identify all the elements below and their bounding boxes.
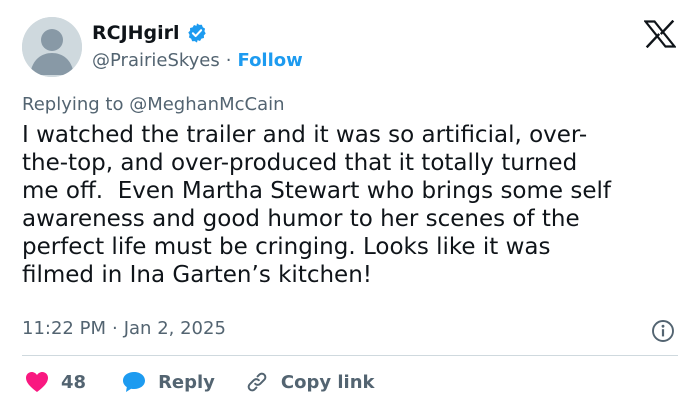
tweet-timestamp[interactable]: 11:22 PM · Jan 2, 2025	[22, 318, 226, 339]
divider	[22, 355, 678, 356]
default-avatar-icon	[22, 17, 82, 77]
author-display-name[interactable]: RCJHgirl	[92, 22, 180, 44]
tweet-text-line: the-top, and over-produced that it total…	[22, 150, 578, 176]
author-handle-row: @PrairieSkyes · Follow	[92, 48, 303, 72]
follow-button[interactable]: Follow	[238, 50, 303, 71]
speech-bubble-icon	[123, 372, 146, 392]
link-icon	[247, 372, 267, 392]
tweet-text-line: perfect life must be cringing. Looks lik…	[22, 234, 551, 260]
tweet-actions: 48 Reply Copy link	[25, 367, 375, 397]
tweet-date: Jan 2, 2025	[123, 318, 226, 339]
info-icon[interactable]	[651, 319, 675, 343]
like-count: 48	[61, 371, 87, 393]
heart-icon	[26, 372, 48, 392]
tweet-text-line: me off. Even Martha Stewart who brings s…	[22, 178, 611, 204]
replying-to-label: Replying to @MeghanMcCain	[22, 94, 285, 115]
tweet-text-line: I watched the trailer and it was so arti…	[22, 122, 588, 148]
reply-button[interactable]: Reply	[122, 371, 215, 393]
tweet-time: 11:22 PM	[22, 318, 106, 339]
author-handle[interactable]: @PrairieSkyes	[92, 50, 220, 71]
reply-label: Reply	[158, 371, 215, 393]
verified-badge-icon	[187, 23, 206, 43]
x-logo-icon[interactable]	[644, 20, 676, 48]
timestamp-separator: ·	[111, 318, 118, 339]
tweet-text: I watched the trailer and it was so arti…	[22, 121, 672, 289]
tweet-text-line: awareness and good humor to her scenes o…	[22, 206, 580, 232]
like-button[interactable]: 48	[25, 371, 86, 393]
handle-separator: ·	[225, 49, 232, 71]
copy-link-label: Copy link	[280, 371, 375, 393]
tweet-text-line: filmed in Ina Garten’s kitchen!	[22, 262, 373, 288]
author-avatar[interactable]	[22, 17, 82, 77]
copy-link-button[interactable]: Copy link	[245, 370, 375, 394]
author-name-row: RCJHgirl	[92, 19, 208, 47]
